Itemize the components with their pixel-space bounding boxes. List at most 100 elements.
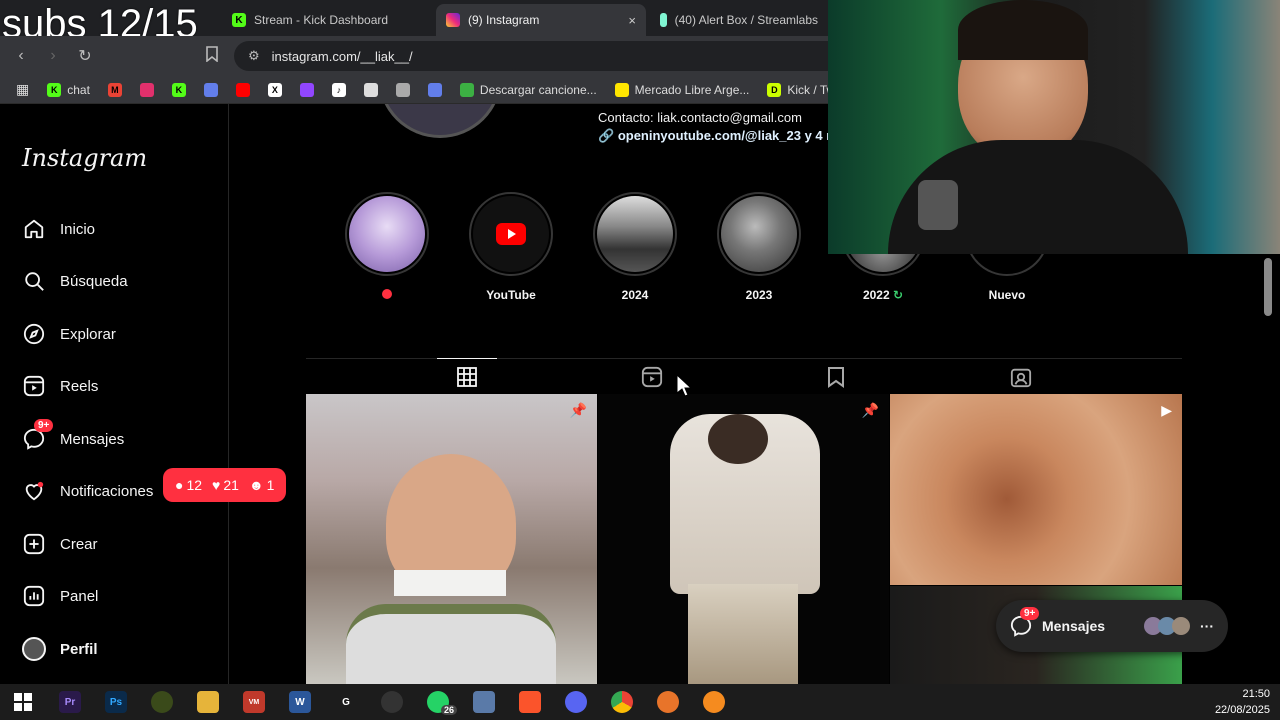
message-avatars (1144, 617, 1190, 635)
screen: K Stream - Kick Dashboard (9) Instagram … (0, 0, 1280, 720)
heart-icon: ♥ (212, 477, 221, 493)
tab-instagram[interactable]: (9) Instagram × (436, 4, 646, 36)
premiere-icon[interactable]: Pr (59, 691, 81, 713)
bookmark-ethereum[interactable] (198, 79, 224, 101)
post-2[interactable]: 📌 (598, 394, 889, 684)
app-g-icon[interactable]: G (335, 691, 357, 713)
obs-icon[interactable] (381, 691, 403, 713)
system-clock[interactable]: 21:50 22/08/2025 (1215, 686, 1270, 718)
messages-pill-badge: 9+ (1020, 607, 1040, 620)
bookmark-ethereum-2[interactable] (422, 79, 448, 101)
tab-tagged[interactable] (991, 359, 1051, 395)
windows-taskbar: Pr Ps VM W G 26 21:50 22/08/2025 (0, 684, 1280, 720)
bookmark-game[interactable] (390, 79, 416, 101)
bookmark-tiktok[interactable]: ♪ (326, 79, 352, 101)
bookmark-chat[interactable]: Kchat (41, 79, 96, 101)
notifications-popup[interactable]: ● 12 ♥ 21 ☻ 1 (163, 468, 287, 502)
gmail-icon: M (107, 82, 122, 97)
fl-studio-icon[interactable] (703, 691, 725, 713)
file-explorer-icon[interactable] (197, 691, 219, 713)
bookmark-chatgpt[interactable] (358, 79, 384, 101)
messages-badge: 9+ (34, 419, 54, 432)
tab-kick-dashboard[interactable]: K Stream - Kick Dashboard (222, 4, 432, 36)
more-icon[interactable]: ··· (1200, 618, 1214, 634)
app-window-icon[interactable] (473, 691, 495, 713)
messages-floating-button[interactable]: 9+ Mensajes ··· (996, 600, 1228, 652)
brave-icon[interactable] (519, 691, 541, 713)
kick-icon: K (171, 82, 186, 97)
highlight-youtube[interactable]: YouTube (466, 192, 556, 302)
kick-icon: K (47, 82, 62, 97)
highlight-1[interactable] (342, 192, 432, 302)
bookmark-twitch[interactable] (294, 79, 320, 101)
sidebar-item-perfil[interactable]: Perfil (22, 634, 98, 664)
mercadolibre-icon (614, 82, 629, 97)
chrome-icon[interactable] (611, 691, 633, 713)
word-icon[interactable]: W (289, 691, 311, 713)
instagram-icon (446, 13, 460, 27)
windows-start-icon[interactable] (12, 691, 34, 713)
youtube-icon (235, 82, 250, 97)
person-icon: ☻ (248, 477, 264, 493)
reels-icon (641, 366, 663, 388)
apps-grid-icon[interactable]: ▦ (10, 79, 35, 101)
app-orange-icon[interactable] (657, 691, 679, 713)
reels-icon: ▶ (1161, 402, 1172, 418)
sidebar-item-explorar[interactable]: Explorar (22, 319, 116, 349)
reload-icon[interactable]: ↻ (72, 43, 98, 69)
tab-streamlabs[interactable]: (40) Alert Box / Streamlabs (650, 4, 828, 36)
sidebar-item-reels[interactable]: Reels (22, 371, 98, 401)
messenger-icon: 9+ (22, 419, 54, 451)
voicemeeter-icon[interactable]: VM (243, 691, 265, 713)
like-count: ♥ 21 (212, 477, 239, 493)
profile-avatar[interactable] (378, 104, 502, 138)
photoshop-icon[interactable]: Ps (105, 691, 127, 713)
profile-link[interactable]: 🔗 openinyoutube.com/@liak_23 y 4 m (598, 128, 838, 144)
discord-icon[interactable] (565, 691, 587, 713)
ethereum-icon (203, 82, 218, 97)
page-scrollbar[interactable] (1260, 254, 1280, 684)
scrollbar-thumb[interactable] (1264, 258, 1272, 316)
pin-icon: 📌 (569, 402, 587, 418)
download-icon (459, 82, 474, 97)
instagram-icon (139, 82, 154, 97)
instagram-logo[interactable]: Instagram (22, 144, 147, 172)
highlight-2023[interactable]: 2023 (714, 192, 804, 302)
search-icon (22, 269, 46, 293)
sidebar-item-panel[interactable]: Panel (22, 581, 98, 611)
follower-count: ☻ 1 (248, 477, 275, 493)
mouse-cursor-icon (676, 374, 692, 397)
bookmark-mercadolibre[interactable]: Mercado Libre Arge... (609, 79, 756, 101)
forward-icon[interactable]: › (40, 43, 66, 69)
bookmark-youtube[interactable] (230, 79, 256, 101)
whatsapp-icon[interactable]: 26 (427, 691, 457, 715)
bookmark-x[interactable]: X (262, 79, 288, 101)
bookmark-kick[interactable]: K (166, 79, 192, 101)
sidebar-item-busqueda[interactable]: Búsqueda (22, 266, 128, 296)
bookmark-page-icon[interactable] (206, 46, 218, 65)
tab-saved[interactable] (806, 359, 866, 395)
back-icon[interactable]: ‹ (8, 43, 34, 69)
close-tab-icon[interactable]: × (628, 13, 636, 28)
grid-icon (457, 366, 477, 387)
sidebar-item-mensajes[interactable]: 9+ Mensajes (22, 419, 124, 454)
post-1[interactable]: 📌 (306, 394, 597, 684)
sidebar-item-notificaciones[interactable]: Notificaciones (22, 476, 153, 506)
tab-reels[interactable] (622, 359, 682, 395)
tab-posts[interactable] (437, 358, 497, 394)
app-icon[interactable] (151, 691, 173, 713)
comment-count: ● 12 (175, 477, 203, 493)
bookmark-descargar[interactable]: Descargar cancione... (454, 79, 603, 101)
sidebar-item-inicio[interactable]: Inicio (22, 214, 95, 244)
post-3[interactable]: ▶ (890, 394, 1182, 585)
heart-icon (22, 479, 46, 503)
avatar (22, 637, 46, 661)
sidebar-item-crear[interactable]: Crear (22, 529, 98, 559)
highlight-2024[interactable]: 2024 (590, 192, 680, 302)
streamlabs-icon (660, 13, 667, 27)
bookmark-instagram[interactable] (134, 79, 160, 101)
site-settings-icon[interactable]: ⚙ (248, 48, 260, 64)
red-heart-icon (382, 289, 392, 299)
bookmark-gmail[interactable]: M (102, 79, 128, 101)
home-icon (22, 217, 46, 241)
